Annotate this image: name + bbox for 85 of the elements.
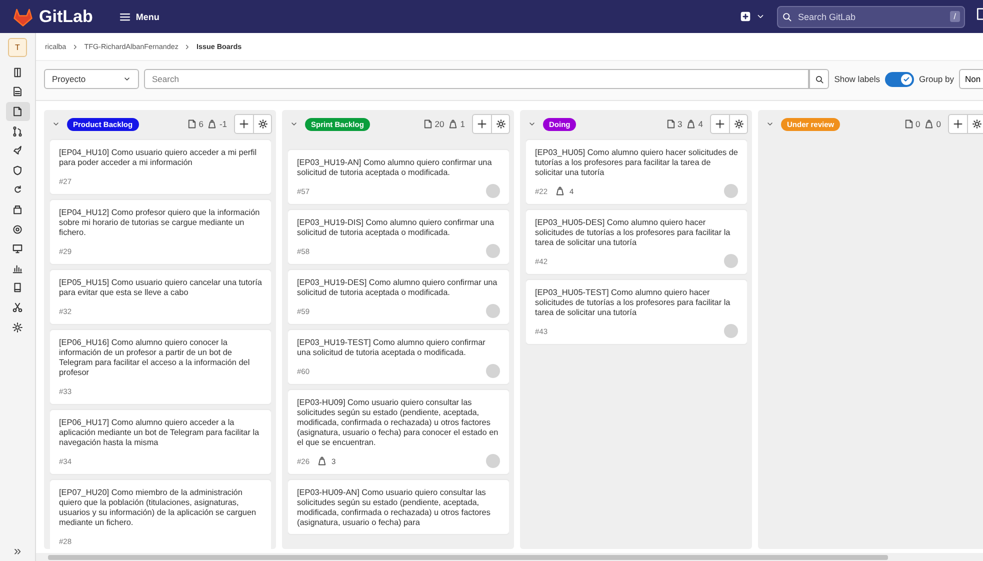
issue-title[interactable]: [EP03_HU19-TEST] Como alumno quiero confirmar una solicitud de tutoria aceptada o modificada. — [297, 338, 500, 358]
search-icon — [782, 12, 792, 22]
weight-icon — [686, 119, 696, 129]
issue-count: 3 — [678, 119, 682, 129]
horizontal-scrollbar[interactable] — [36, 553, 983, 561]
project-icon — [12, 66, 23, 78]
group-by-dropdown[interactable]: Non — [959, 69, 983, 89]
collapse-sidebar-button[interactable]: » — [14, 543, 22, 561]
weight-total: 0 — [936, 119, 941, 129]
chart-icon — [12, 262, 23, 274]
scope-dropdown[interactable]: Proyecto — [44, 69, 139, 89]
plus-square-icon — [740, 11, 751, 22]
weight-total: 4 — [698, 119, 703, 129]
plus-icon — [953, 119, 963, 129]
menu-icon — [118, 10, 131, 22]
project-avatar[interactable]: T — [8, 38, 27, 57]
show-labels-toggle[interactable] — [885, 72, 914, 86]
weight-total: 1 — [460, 119, 465, 129]
check-icon — [903, 76, 910, 82]
list-settings-button[interactable] — [967, 115, 983, 133]
issue-title[interactable]: [EP03_HU05-DES] Como alumno quiero hacer solicitudes de tutorías a los profesores para facilitar la tarea de solicitar una tutoría — [535, 218, 738, 248]
document-icon — [12, 86, 23, 98]
shortcut-key: / — [950, 11, 960, 22]
issue-count: 0 — [916, 119, 920, 129]
shield-icon — [12, 164, 23, 176]
search-field[interactable]: Search GitLab / — [777, 6, 965, 28]
chevron-down-icon[interactable] — [290, 120, 298, 128]
chevron-down-icon[interactable] — [766, 120, 774, 128]
issues-icon — [666, 119, 676, 129]
issue-title[interactable]: [EP03_HU05-TEST] Como alumno quiero hacer solicitudes de tutorías a los profesores para facilitar la tarea de solicitar una tutoría — [535, 288, 738, 318]
issue-title[interactable]: [EP07_HU20] Como miembro de la administración quiero que la población (titulaciones, asignaturas, usuarios y su información) de la aplicación se carguen mediante un fichero. — [59, 488, 262, 528]
issues-icon — [186, 119, 197, 129]
issue-title[interactable]: [EP05_HU15] Como usuario quiero cancelar una tutoría para evitar que esta se lleve a cabo — [59, 278, 262, 298]
merge-request-icon — [12, 126, 23, 137]
issue-title[interactable]: [EP04_HU12] Como profesor quiero que la información sobre mi horario de tutorias se cargue mediante un fichero. — [59, 208, 262, 238]
scissors-icon — [12, 302, 23, 313]
chevron-down-icon[interactable] — [52, 120, 60, 128]
plus-icon — [477, 119, 487, 129]
loop-icon — [12, 184, 23, 196]
menu-button[interactable]: Menu — [114, 6, 164, 26]
weight-icon — [448, 119, 458, 129]
weight-icon — [207, 119, 218, 129]
rocket-icon — [12, 145, 23, 156]
weight-icon — [554, 186, 565, 196]
plus-icon — [239, 119, 249, 129]
search-input[interactable]: Search GitLab — [796, 10, 946, 22]
settings-icon — [734, 119, 744, 129]
search-field[interactable]: Search — [144, 69, 810, 89]
weight-icon — [924, 119, 934, 129]
search-button[interactable] — [809, 69, 830, 89]
chevron-right-icon — [72, 44, 78, 50]
monitoring-icon — [12, 224, 23, 235]
chevron-down-icon[interactable] — [528, 120, 536, 128]
settings-icon — [972, 119, 982, 129]
issue-title[interactable]: [EP03_HU19-AN] Como alumno quiero confirmar una solicitud de tutoria aceptada o modificada. — [297, 158, 500, 178]
sidebar-item[interactable] — [6, 102, 30, 121]
issue-title[interactable]: [EP06_HU17] Como alumno quiero acceder a la aplicación mediante un bot de Telegram para facilitar la navegación hasta la misma — [59, 418, 262, 448]
issue-title[interactable]: [EP03_HU05] Como alumno quiero hacer solicitudes de tutorías a los profesores para facilitar la tarea de solicitar una tutoría — [535, 148, 738, 178]
issue-count: 6 — [198, 119, 204, 129]
group-by-label: Group by — [919, 74, 954, 84]
issue-title[interactable]: [EP03_HU19-DIS] Como alumno quiero confirmar una solicitud de tutoria aceptada o modificada. — [297, 218, 500, 238]
search-icon — [814, 74, 824, 84]
issues-icon — [422, 119, 433, 129]
issue-title[interactable]: [EP03-HU09] Como usuario quiero consultar las solicitudes según su estado (pendiente, aceptada, modificada, confirmada o rechazada) u otros factores (asignatura, usuario o fecha) para conocer el estado en el que se encuentran. — [297, 398, 500, 448]
issue-title[interactable]: [EP04_HU10] Como usuario quiero acceder a mi perfil para poder acceder a mi información — [59, 148, 262, 168]
issue-title[interactable]: [EP03_HU19-DES] Como alumno quiero confirmar una solicitud de tutoria aceptada o modificada. — [297, 278, 500, 298]
plus-icon — [715, 119, 725, 129]
package-icon — [12, 204, 23, 215]
app-name: GitLab — [39, 6, 93, 26]
issues-icon — [12, 106, 23, 117]
weight-total: -1 — [219, 119, 227, 129]
weight-icon — [316, 456, 327, 466]
toggle-label: Show labels — [834, 74, 880, 84]
issue-count: 20 — [434, 119, 444, 129]
caret-icon — [756, 12, 765, 21]
monitor-icon — [12, 243, 23, 254]
settings-icon — [12, 322, 23, 333]
book-icon — [12, 282, 23, 294]
settings-icon — [496, 119, 506, 129]
chevron-right-icon — [184, 44, 190, 50]
gitlab-logo-icon — [12, 6, 34, 26]
settings-icon — [258, 119, 268, 129]
issue-title[interactable]: [EP06_HU16] Como alumno quiero conocer la información de un profesor a partir de un bot de Telegram para facilitar el acceso a la información del profesor — [59, 338, 262, 378]
chevron-down-icon — [123, 75, 131, 83]
issues-icon — [904, 119, 914, 129]
